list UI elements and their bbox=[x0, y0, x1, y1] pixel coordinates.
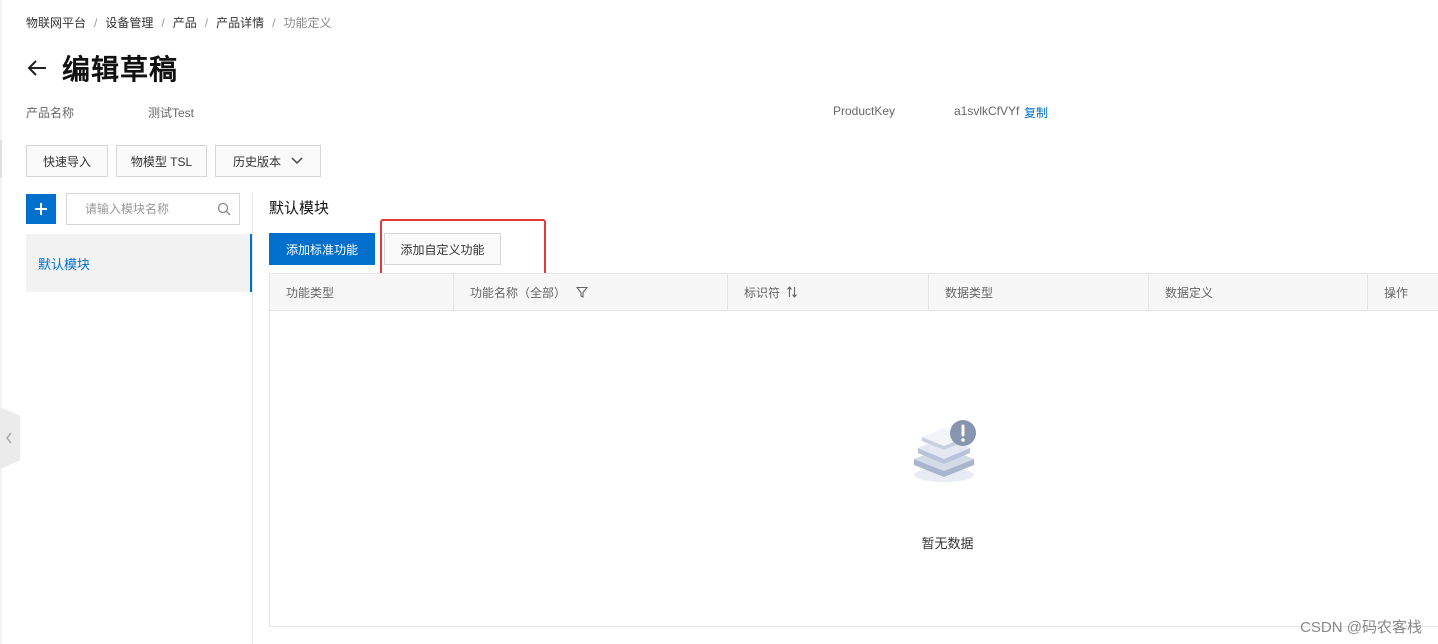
breadcrumb-product[interactable]: 产品 bbox=[173, 14, 197, 31]
page-title: 编辑草稿 bbox=[62, 54, 179, 85]
empty-data-icon bbox=[914, 420, 976, 482]
add-standard-function-button[interactable]: 添加标准功能 bbox=[269, 233, 375, 265]
column-label: 功能名称（全部） bbox=[470, 285, 567, 300]
sidebar-collapse-toggle[interactable] bbox=[0, 407, 20, 469]
back-button[interactable] bbox=[26, 57, 48, 79]
toolbar-divider bbox=[0, 140, 2, 178]
search-icon[interactable] bbox=[217, 202, 231, 216]
add-module-button[interactable] bbox=[26, 194, 56, 224]
breadcrumb-iot-platform[interactable]: 物联网平台 bbox=[26, 14, 86, 31]
chevron-down-icon bbox=[291, 157, 303, 165]
tsl-model-button[interactable]: 物模型 TSL bbox=[116, 145, 207, 177]
module-item-default[interactable]: 默认模块 bbox=[26, 234, 252, 292]
history-version-label: 历史版本 bbox=[232, 154, 281, 169]
breadcrumb-product-detail[interactable]: 产品详情 bbox=[216, 14, 264, 31]
column-label: 标识符 bbox=[744, 285, 781, 300]
plus-icon bbox=[35, 203, 47, 215]
tsl-model-label: 物模型 TSL bbox=[130, 154, 193, 169]
breadcrumb-separator: / bbox=[161, 15, 165, 30]
quick-import-button[interactable]: 快速导入 bbox=[26, 145, 108, 177]
column-data-type: 数据类型 bbox=[929, 274, 1149, 310]
column-label: 数据定义 bbox=[1165, 285, 1214, 300]
product-name-value: 测试Test bbox=[148, 106, 195, 120]
breadcrumb-device-management[interactable]: 设备管理 bbox=[105, 14, 153, 31]
watermark: CSDN @码农客栈 bbox=[1300, 619, 1422, 636]
column-function-type: 功能类型 bbox=[270, 274, 454, 310]
section-title: 默认模块 bbox=[269, 200, 330, 217]
table-empty-state: 暂无数据 bbox=[270, 311, 1438, 627]
product-key-label: ProductKey bbox=[833, 104, 896, 118]
column-identifier: 标识符 bbox=[728, 274, 929, 310]
breadcrumb: 物联网平台 / 设备管理 / 产品 / 产品详情 / 功能定义 bbox=[26, 14, 331, 31]
breadcrumb-separator: / bbox=[204, 15, 209, 30]
table-header: 功能类型 功能名称（全部） 标识符 数据类型 数据定义 操作 bbox=[270, 274, 1438, 311]
title-row: 编辑草稿 bbox=[26, 48, 178, 88]
column-label: 数据类型 bbox=[945, 285, 994, 300]
copy-product-key-link[interactable]: 复制 bbox=[1024, 104, 1048, 121]
breadcrumb-separator: / bbox=[272, 15, 276, 30]
empty-state-text: 暂无数据 bbox=[921, 536, 974, 551]
chevron-left-icon bbox=[6, 432, 12, 444]
column-actions: 操作 bbox=[1368, 274, 1438, 310]
product-name-label: 产品名称 bbox=[26, 106, 75, 120]
breadcrumb-separator: / bbox=[94, 15, 98, 30]
module-search-box bbox=[66, 193, 240, 225]
quick-import-label: 快速导入 bbox=[42, 154, 91, 169]
sort-icon[interactable] bbox=[786, 286, 798, 298]
module-item-label: 默认模块 bbox=[38, 256, 91, 272]
column-label: 操作 bbox=[1384, 285, 1409, 300]
add-standard-function-label: 添加标准功能 bbox=[285, 242, 358, 257]
filter-icon[interactable] bbox=[576, 286, 589, 298]
column-data-definition: 数据定义 bbox=[1149, 274, 1368, 310]
module-panel-divider bbox=[252, 193, 253, 644]
product-key-value: a1svlkCfVYf bbox=[954, 104, 1020, 118]
module-search-input[interactable] bbox=[83, 201, 217, 217]
column-function-name: 功能名称（全部） bbox=[454, 274, 728, 310]
arrow-left-icon bbox=[27, 60, 46, 76]
left-rail bbox=[0, 0, 2, 644]
history-version-dropdown[interactable]: 历史版本 bbox=[215, 145, 321, 177]
breadcrumb-current: 功能定义 bbox=[283, 16, 332, 30]
column-label: 功能类型 bbox=[286, 285, 335, 300]
function-table: 功能类型 功能名称（全部） 标识符 数据类型 数据定义 操作 暂无数据 bbox=[269, 273, 1438, 627]
